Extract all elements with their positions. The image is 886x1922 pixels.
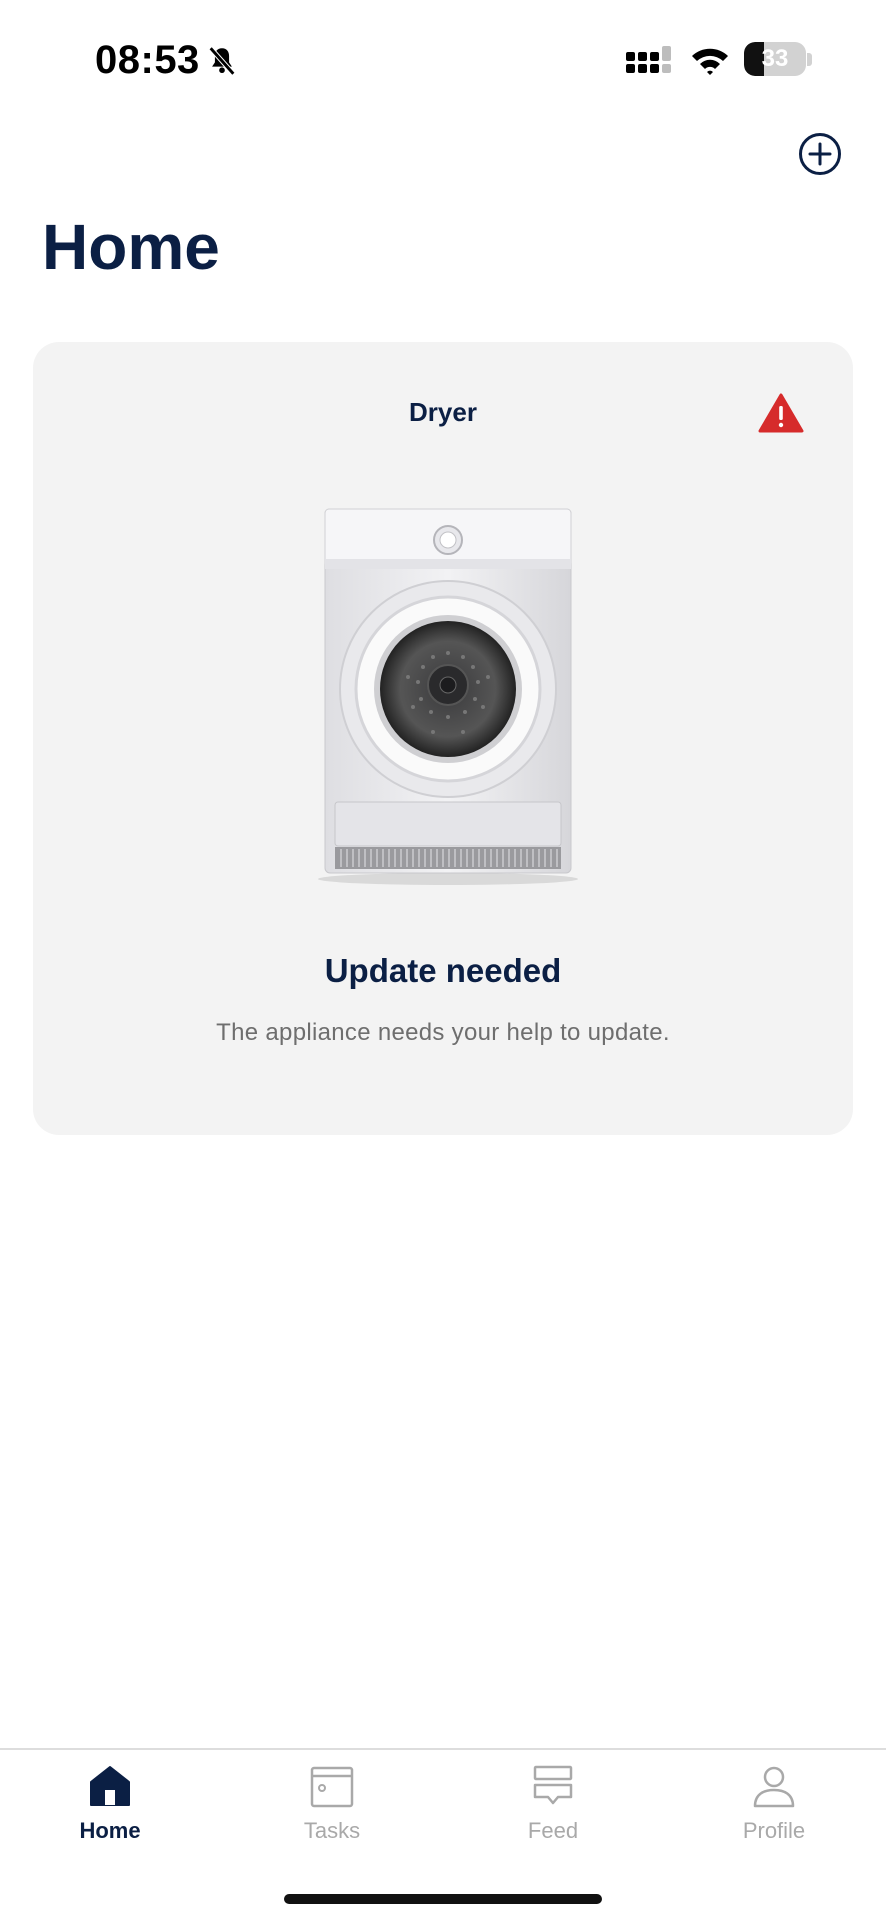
battery-level: 33 xyxy=(761,45,789,72)
home-indicator xyxy=(284,1894,602,1904)
appliance-name: Dryer xyxy=(409,397,477,427)
tab-home[interactable]: Home xyxy=(30,1764,190,1864)
status-bar: 08:53 33 xyxy=(0,0,886,120)
tab-feed[interactable]: Feed xyxy=(473,1764,633,1864)
bell-slash-icon xyxy=(208,46,236,76)
page-title: Home xyxy=(42,211,220,283)
tab-tasks-label: Tasks xyxy=(303,1818,361,1843)
cellular-signal-icon xyxy=(626,46,671,73)
warning-triangle-icon xyxy=(758,393,804,433)
tab-home-label: Home xyxy=(79,1818,141,1843)
tab-tasks[interactable]: Tasks xyxy=(252,1764,412,1864)
home-icon xyxy=(90,1766,130,1806)
status-description: The appliance needs your help to update. xyxy=(216,1019,670,1046)
tab-profile[interactable]: Profile xyxy=(694,1764,854,1864)
status-time: 08:53 xyxy=(95,38,200,82)
battery-cap xyxy=(807,53,812,66)
wifi-icon xyxy=(692,48,728,75)
tab-profile-label: Profile xyxy=(742,1818,806,1843)
dryer-image xyxy=(318,508,578,885)
status-title: Update needed xyxy=(324,952,562,989)
plus-circle-icon[interactable] xyxy=(798,132,842,176)
feed-icon xyxy=(533,1765,573,1805)
profile-icon xyxy=(753,1766,795,1808)
battery-icon: 33 xyxy=(744,42,806,76)
appliance-card[interactable]: Dryer Update needed The appliance needs … xyxy=(33,342,853,1135)
tab-feed-label: Feed xyxy=(527,1818,579,1843)
tasks-icon xyxy=(310,1766,354,1808)
